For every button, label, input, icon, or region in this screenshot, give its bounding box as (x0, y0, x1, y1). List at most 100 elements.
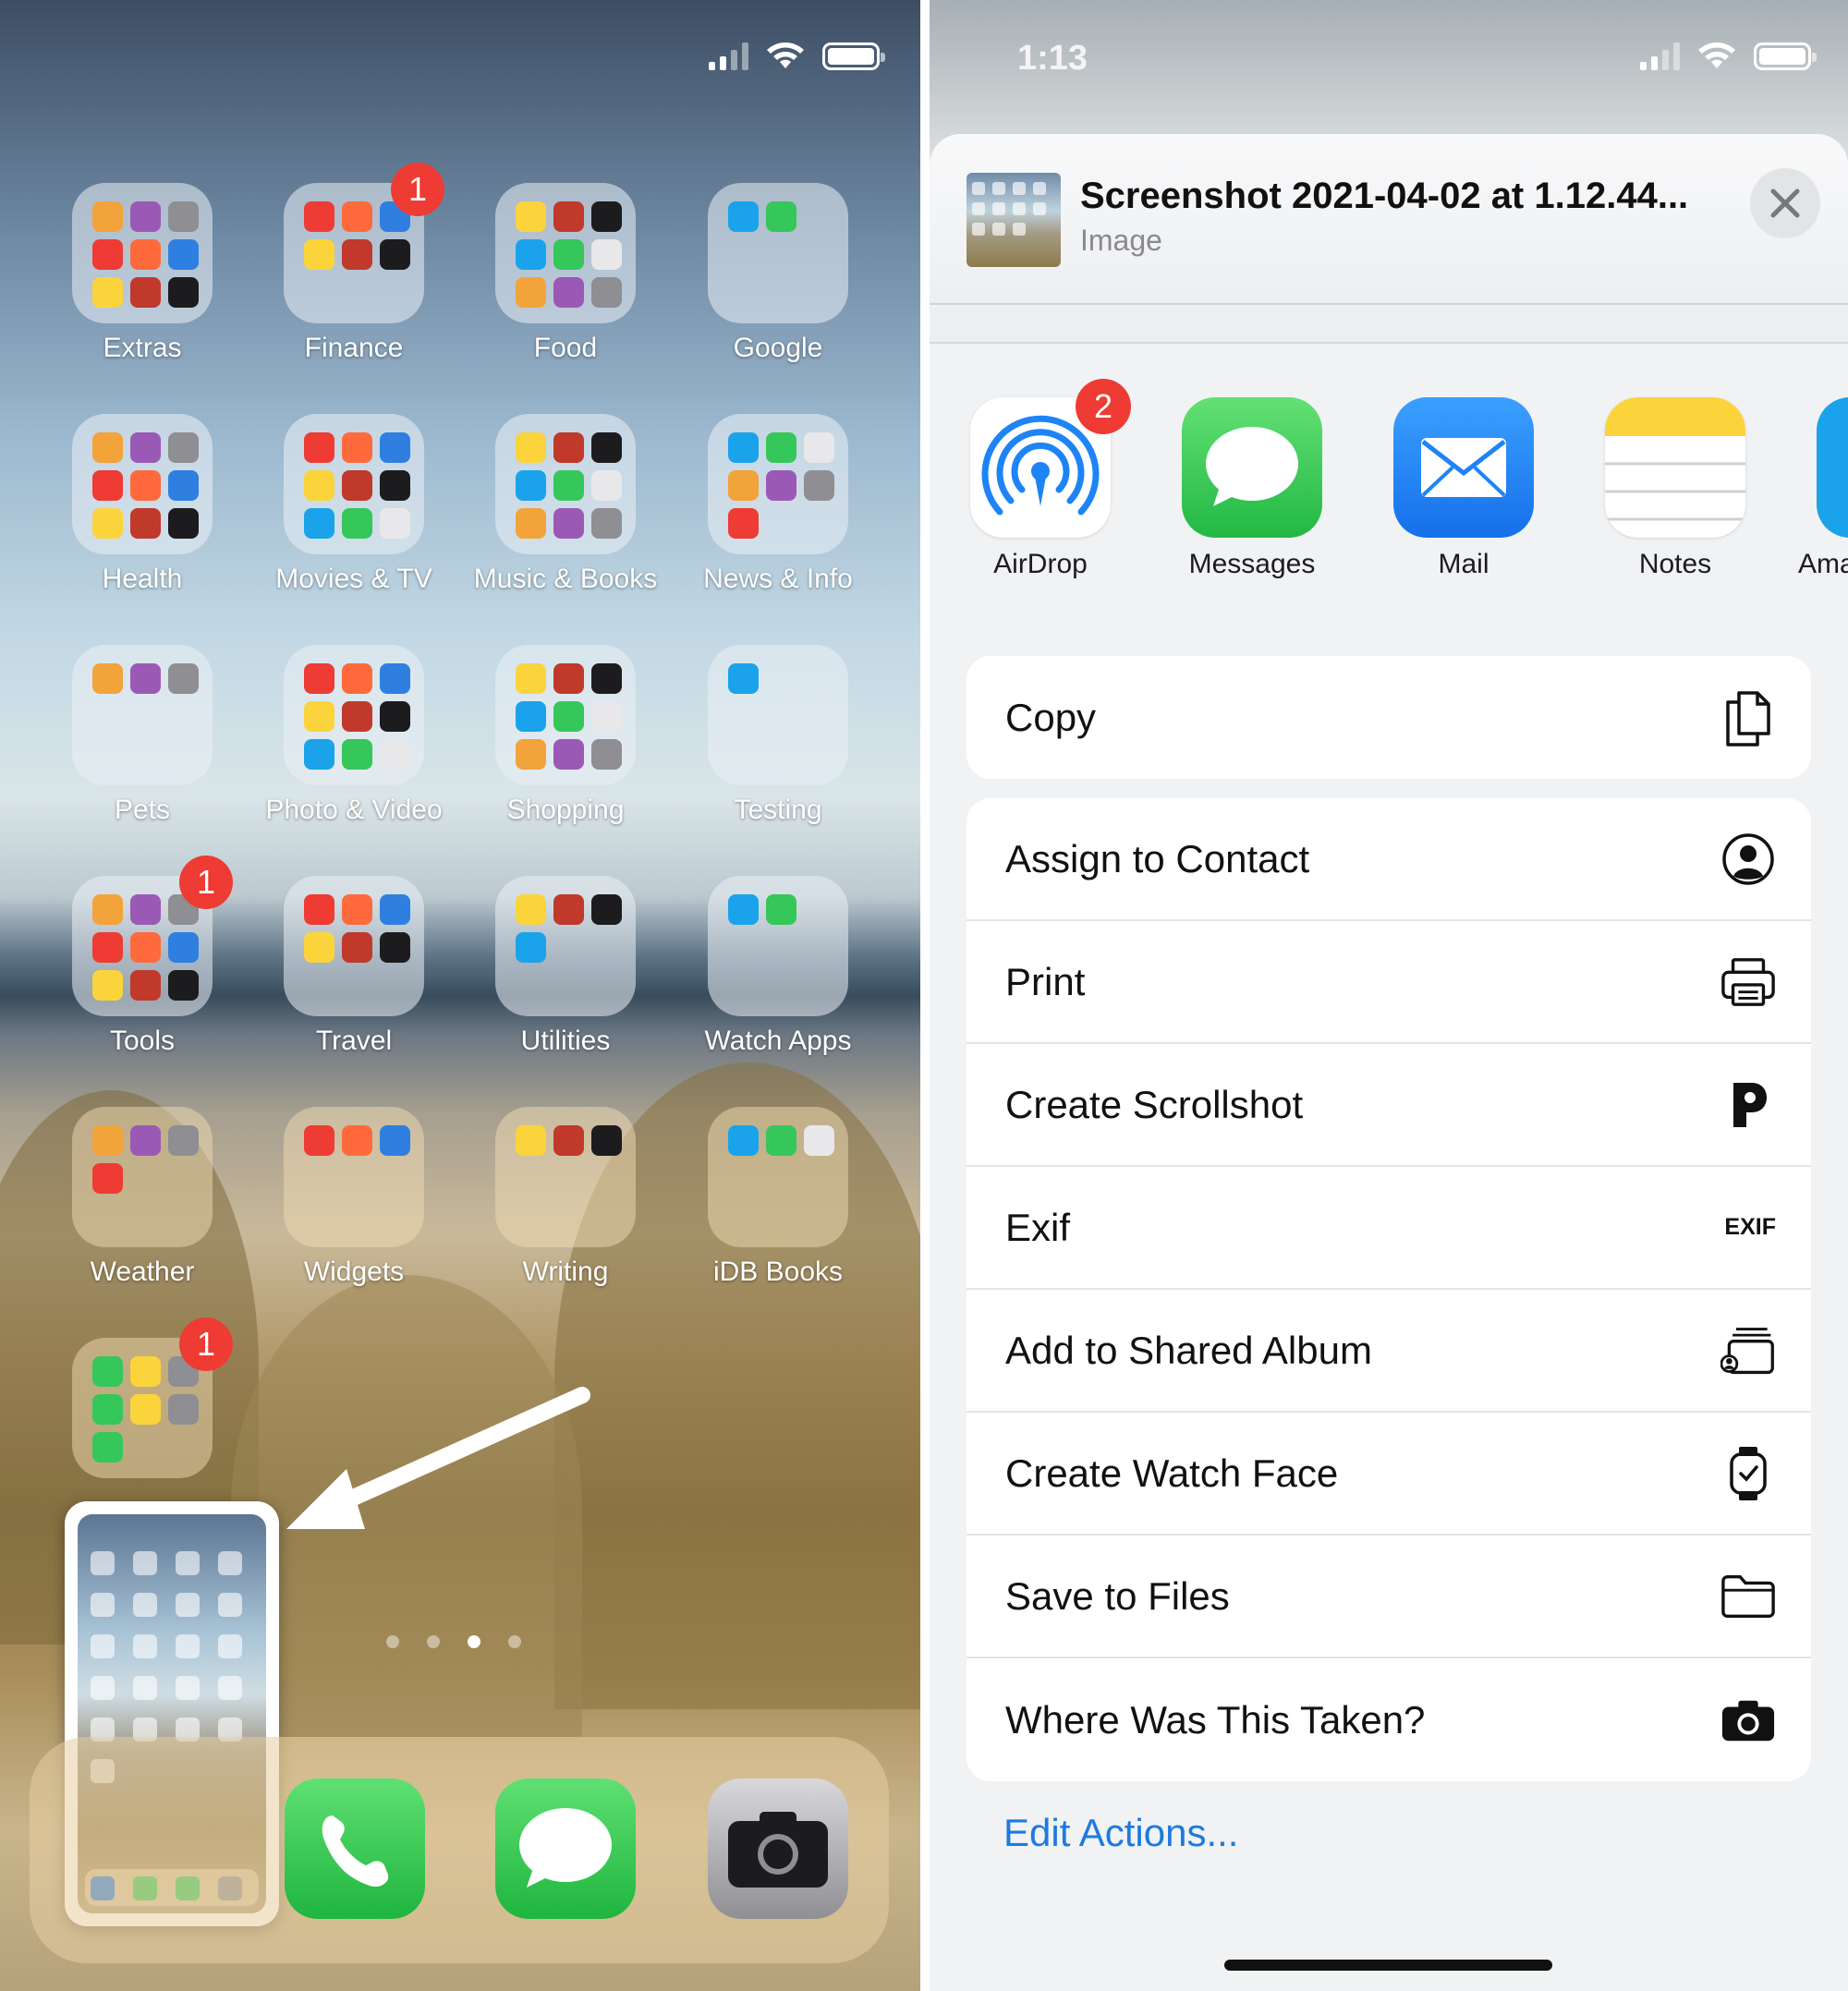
folder-label: News & Info (703, 564, 853, 594)
folder-utilities[interactable] (495, 876, 636, 1016)
app-icon (591, 663, 622, 694)
action-create-scrollshot[interactable]: Create Scrollshot (967, 1044, 1811, 1167)
battery-icon (1754, 42, 1817, 70)
phone-icon[interactable] (285, 1779, 425, 1919)
amazon-icon[interactable] (1817, 397, 1848, 538)
folder-writing[interactable] (495, 1107, 636, 1247)
app-icon (168, 432, 199, 463)
app-icon (168, 932, 199, 963)
mail-icon[interactable] (1393, 397, 1534, 538)
app-icon (728, 894, 759, 925)
app-icon (553, 1125, 584, 1156)
messages-icon[interactable] (1182, 397, 1322, 538)
app-icon (92, 432, 123, 463)
action-label: Assign to Contact (1005, 836, 1310, 880)
folder-shopping[interactable] (495, 645, 636, 785)
app-icon (168, 277, 199, 308)
app-icon (766, 1125, 796, 1156)
action-label: Create Scrollshot (1005, 1082, 1304, 1126)
app-icon (553, 277, 584, 308)
folder-idb-books[interactable] (708, 1107, 848, 1247)
action-add-to-shared-album[interactable]: Add to Shared Album (967, 1290, 1811, 1413)
folder-music-books[interactable] (495, 414, 636, 554)
app-icon (130, 239, 161, 270)
action-label: Where Was This Taken? (1005, 1697, 1426, 1742)
app-icon (516, 932, 546, 963)
share-app-label: Notes (1638, 549, 1712, 579)
folder-testing[interactable] (708, 645, 848, 785)
folder-travel[interactable] (284, 876, 424, 1016)
page-dot[interactable] (508, 1635, 521, 1648)
divider (920, 0, 930, 1991)
app-icon (304, 432, 334, 463)
notification-badge: 1 (391, 163, 444, 216)
folder-label: iDB Books (712, 1257, 844, 1287)
action-copy[interactable]: Copy (967, 656, 1811, 779)
app-icon (380, 894, 410, 925)
folder-food[interactable] (495, 183, 636, 323)
app-icon (380, 701, 410, 732)
folder-extras[interactable] (72, 183, 213, 323)
share-app-label: Ama (1798, 549, 1848, 579)
folder-widgets[interactable] (284, 1107, 424, 1247)
folder-photo-video[interactable] (284, 645, 424, 785)
app-icon (342, 1125, 372, 1156)
folder-label: Utilities (520, 1026, 611, 1056)
app-icon (553, 432, 584, 463)
folder-weather[interactable] (72, 1107, 213, 1247)
folder-movies-tv[interactable] (284, 414, 424, 554)
app-icon (342, 201, 372, 232)
app-icon (92, 470, 123, 501)
app-icon (553, 470, 584, 501)
copy-icon (1720, 690, 1776, 747)
folder-google[interactable] (708, 183, 848, 323)
app-icon (728, 432, 759, 463)
app-icon (591, 1125, 622, 1156)
app-icon (92, 1394, 123, 1425)
app-icon (304, 932, 334, 963)
notification-badge: 1 (179, 1317, 233, 1371)
page-indicator[interactable] (386, 1635, 521, 1648)
action-assign-to-contact[interactable]: Assign to Contact (967, 798, 1811, 921)
status-bar (709, 41, 885, 72)
camera-icon (1720, 1693, 1776, 1748)
page-dot[interactable] (427, 1635, 440, 1648)
folder-health[interactable] (72, 414, 213, 554)
app-icon (516, 739, 546, 770)
action-print[interactable]: Print (967, 921, 1811, 1044)
folder-label: Movies & TV (275, 564, 432, 594)
action-label: Add to Shared Album (1005, 1328, 1372, 1372)
action-where-was-this-taken[interactable]: Where Was This Taken? (967, 1658, 1811, 1781)
edit-actions-link[interactable]: Edit Actions... (1003, 1811, 1238, 1855)
action-save-to-files[interactable]: Save to Files (967, 1536, 1811, 1658)
action-create-watch-face[interactable]: Create Watch Face (967, 1413, 1811, 1536)
folder-label: Photo & Video (265, 795, 443, 825)
app-icon (92, 932, 123, 963)
folder-label: Widgets (303, 1257, 405, 1287)
folder-label: Testing (734, 795, 822, 825)
app-icon (92, 277, 123, 308)
app-icon (804, 470, 834, 501)
app-icon (728, 201, 759, 232)
home-indicator[interactable] (1224, 1960, 1552, 1971)
wifi-icon (767, 42, 804, 68)
file-type: Image (1080, 224, 1162, 257)
exif-icon-text: EXIF (1724, 1214, 1776, 1240)
app-icon (516, 239, 546, 270)
page-dot[interactable] (386, 1635, 399, 1648)
share-app-label: AirDrop (993, 549, 1088, 579)
folder-watch-apps[interactable] (708, 876, 848, 1016)
app-icon (553, 508, 584, 539)
camera-icon[interactable] (708, 1779, 848, 1919)
close-button[interactable] (1750, 168, 1820, 238)
app-icon (92, 508, 123, 539)
app-icon (130, 277, 161, 308)
action-exif[interactable]: Exif EXIF (967, 1167, 1811, 1290)
folder-news-info[interactable] (708, 414, 848, 554)
messages-icon[interactable] (495, 1779, 636, 1919)
folder-pets[interactable] (72, 645, 213, 785)
notes-icon[interactable] (1605, 397, 1745, 538)
app-icon (516, 201, 546, 232)
page-dot[interactable] (468, 1635, 480, 1648)
app-icon (591, 470, 622, 501)
